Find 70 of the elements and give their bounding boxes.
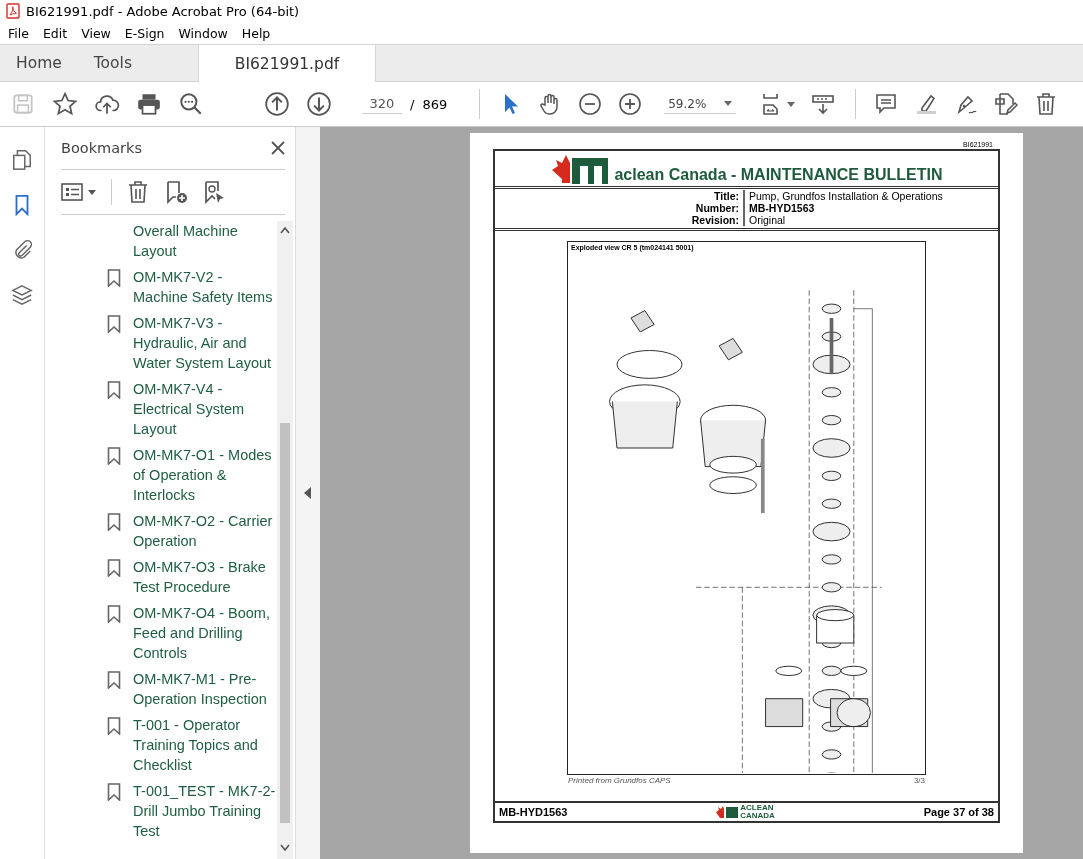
- zoom-in-icon[interactable]: [618, 92, 643, 116]
- caret-icon[interactable]: [787, 101, 796, 107]
- panel-title: Bookmarks: [61, 140, 142, 156]
- zoom-out-icon[interactable]: [578, 92, 603, 116]
- window-title: BI621991.pdf - Adobe Acrobat Pro (64-bit): [26, 3, 300, 19]
- bulletin-number: MB-HYD1563: [499, 806, 568, 818]
- source-note: Printed from Grundfos CAPS: [568, 776, 671, 785]
- menu-item[interactable]: Help: [241, 25, 271, 41]
- bookmark-item[interactable]: OM-MK7-V3 - Hydraulic, Air and Water System Layout: [107, 313, 277, 373]
- magnifier-icon[interactable]: [178, 91, 204, 117]
- logo-text: ACLEAN: [740, 804, 775, 812]
- bookmark-icon: [107, 381, 121, 399]
- page-count: 869: [422, 96, 448, 112]
- options-list-icon[interactable]: [61, 181, 97, 203]
- bookmark-icon: [107, 717, 121, 735]
- maple-leaf-m-logo: [716, 806, 739, 818]
- bookmark-item[interactable]: OM-MK7-O1 - Modes of Operation & Interlocks: [107, 445, 277, 505]
- field-label: Number:: [495, 202, 745, 214]
- bookmark-item[interactable]: OM-MK7-O3 - Brake Test Procedure: [107, 557, 277, 597]
- trash-icon[interactable]: [126, 180, 150, 204]
- bookmark-icon: [107, 559, 121, 577]
- tab[interactable]: Tools: [77, 45, 148, 81]
- field-label: Revision:: [495, 214, 745, 226]
- pages-icon[interactable]: [11, 149, 33, 171]
- field-value: Original: [748, 214, 787, 226]
- tab[interactable]: Home: [0, 45, 78, 81]
- bulletin-heading: aclean Canada - MAINTENANCE BULLETIN: [614, 166, 943, 184]
- menu-item[interactable]: Edit: [42, 25, 68, 41]
- star-icon[interactable]: [52, 91, 78, 117]
- bookmark-item[interactable]: T-001 - Operator Training Topics and Checklist: [107, 715, 277, 775]
- menu-item[interactable]: Window: [178, 25, 228, 41]
- page-indicator: Page 37 of 38: [923, 806, 994, 818]
- bookmark-item[interactable]: OM-MK7-O4 - Boom, Feed and Drilling Controls: [107, 603, 277, 663]
- bookmark-item[interactable]: OM-MK7-V4 - Electrical System Layout: [107, 379, 277, 439]
- maple-leaf-m-logo: [550, 154, 611, 184]
- bookmark-icon: [107, 605, 121, 623]
- scroll-mode-icon[interactable]: [811, 92, 836, 116]
- bookmark-item[interactable]: Overall Machine Layout: [107, 221, 277, 261]
- bookmark-icon: [107, 671, 121, 689]
- bookmark-icon: [107, 269, 121, 287]
- comment-icon[interactable]: [874, 92, 899, 116]
- bookmark-item[interactable]: T-001_TEST - MK7-2-Drill Jumbo Training Test: [107, 781, 277, 841]
- bookmark-icon: [107, 315, 121, 333]
- menu-item[interactable]: File: [8, 25, 29, 41]
- close-icon[interactable]: [271, 141, 285, 155]
- page-separator: /: [410, 96, 415, 112]
- layers-icon[interactable]: [11, 284, 33, 306]
- bookmark-item[interactable]: OM-MK7-V2 - Machine Safety Items: [107, 267, 277, 307]
- field-value: Pump, Grundfos Installation & Operations: [748, 190, 944, 202]
- tab[interactable]: BI621991.pdf: [197, 45, 376, 82]
- bookmark-icon: [107, 447, 121, 465]
- add-bookmark-icon[interactable]: [164, 180, 188, 204]
- logo-text: CANADA: [740, 812, 775, 820]
- page-number-field[interactable]: 320: [362, 94, 402, 114]
- bookmark-icon: [107, 513, 121, 531]
- field-label: Title:: [495, 190, 745, 202]
- sheet-number: 3/3: [913, 776, 925, 785]
- bookmark-item[interactable]: OM-MK7-M1 - Pre-Operation Inspection: [107, 669, 277, 709]
- zoom-dropdown[interactable]: 59.2%: [664, 94, 737, 114]
- edit-document-icon[interactable]: [994, 92, 1019, 116]
- pdf-document-icon: [6, 3, 20, 19]
- bookmark-icon: [107, 783, 121, 801]
- collapse-arrow-icon[interactable]: [304, 487, 312, 499]
- print-icon[interactable]: [136, 91, 162, 117]
- highlighter-icon[interactable]: [914, 92, 939, 116]
- scrollbar[interactable]: [277, 221, 293, 859]
- menu-item[interactable]: E-Sign: [124, 25, 165, 41]
- bookmark-item[interactable]: OM-MK7-O2 - Carrier Operation: [107, 511, 277, 551]
- field-value: MB-HYD1563: [748, 202, 816, 214]
- menu-item[interactable]: View: [81, 25, 111, 41]
